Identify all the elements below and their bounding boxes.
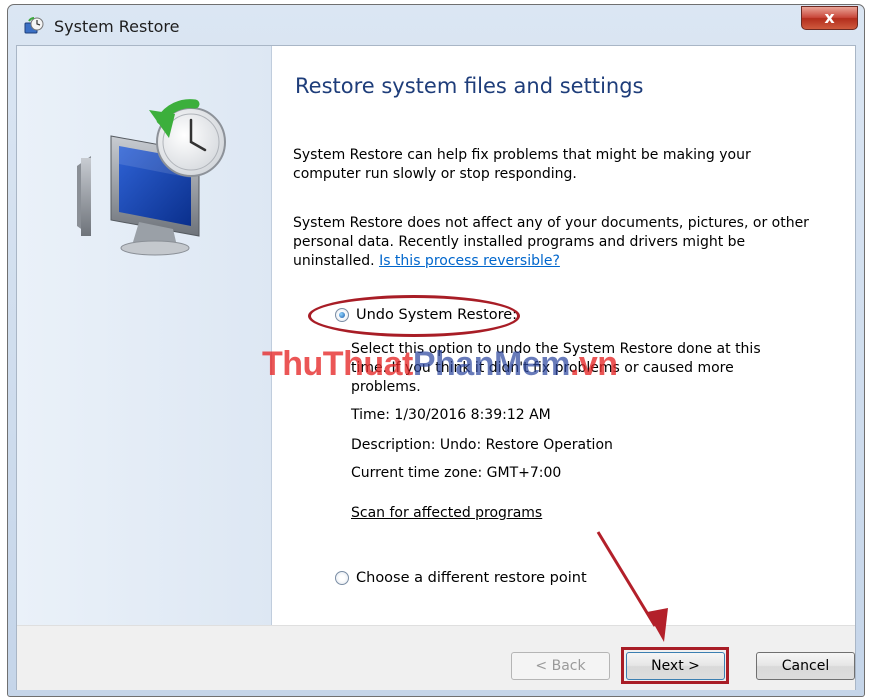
watermark-part-a: ThuThuat: [262, 345, 413, 383]
title-bar[interactable]: System Restore x: [8, 5, 864, 45]
annotation-box: [621, 647, 729, 684]
watermark-part-c: .vn: [569, 345, 618, 383]
system-restore-hero-icon: [77, 99, 226, 256]
watermark-part-b: PhanMem: [412, 345, 571, 383]
different-point-option[interactable]: Choose a different restore point: [335, 570, 587, 586]
restore-time: Time: 1/30/2016 8:39:12 AM: [351, 407, 551, 423]
close-button[interactable]: x: [801, 6, 858, 30]
cancel-button[interactable]: Cancel: [756, 652, 855, 680]
watermark: ThuThuatPhanMem.vn: [262, 345, 618, 384]
different-point-label[interactable]: Choose a different restore point: [356, 570, 587, 586]
button-bar: < Back Next > Cancel: [17, 625, 855, 690]
scan-affected-link[interactable]: Scan for affected programs: [351, 504, 542, 523]
content-panel: Restore system files and settings System…: [287, 46, 847, 625]
intro-text: System Restore can help fix problems tha…: [293, 147, 751, 182]
reversible-link[interactable]: Is this process reversible?: [379, 253, 560, 269]
info-text: System Restore does not affect any of yo…: [293, 214, 813, 271]
back-button[interactable]: < Back: [511, 652, 610, 680]
system-restore-icon: [24, 17, 44, 34]
different-point-radio[interactable]: [335, 571, 349, 585]
annotation-ellipse: [308, 295, 520, 337]
restore-timezone: Current time zone: GMT+7:00: [351, 465, 562, 481]
page-title: Restore system files and settings: [295, 74, 644, 98]
window-title: System Restore: [54, 17, 180, 36]
sidebar-panel: [17, 46, 272, 625]
restore-description: Description: Undo: Restore Operation: [351, 437, 613, 453]
